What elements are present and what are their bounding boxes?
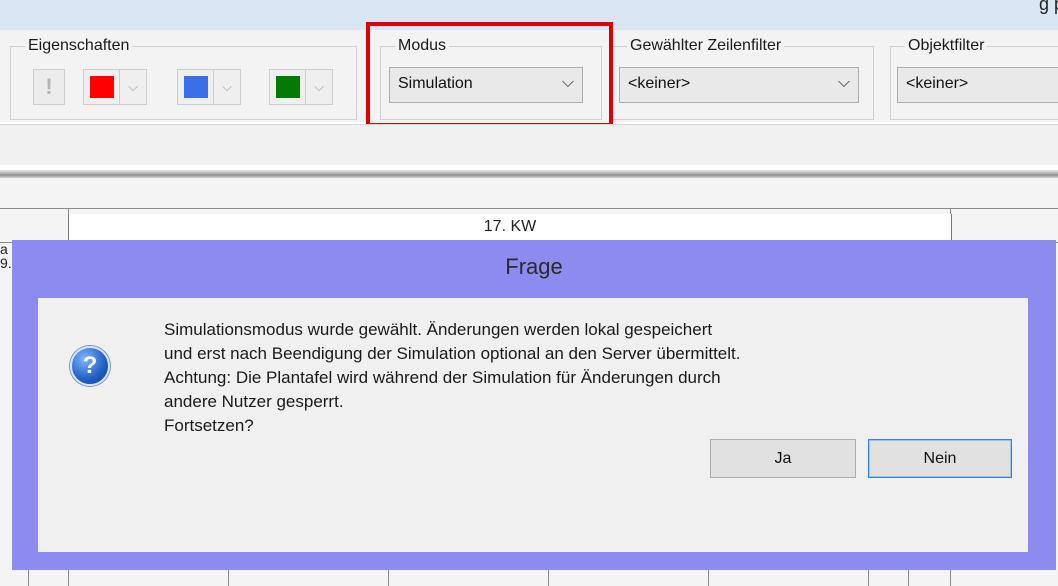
chevron-down-icon[interactable]: ⌵ <box>213 70 240 104</box>
grid-line <box>0 208 1058 209</box>
row-filter-group-label: Gewählter Zeilenfilter <box>627 37 785 55</box>
dialog-message: Simulationsmodus wurde gewählt. Änderung… <box>164 318 740 438</box>
object-filter-group: Objektfilter <keiner> <box>890 37 1058 120</box>
edge-text-line: 9. <box>0 255 12 271</box>
exclamation-button[interactable]: ! <box>33 69 65 105</box>
week-header-cell: 17. KW <box>68 214 952 242</box>
properties-group: Eigenschaften ! ⌵ ⌵ ⌵ <box>10 37 357 120</box>
message-line: andere Nutzer gesperrt. <box>164 392 344 411</box>
yes-button[interactable]: Ja <box>710 439 856 478</box>
row-filter-select[interactable]: <keiner> ⌵ <box>619 67 859 103</box>
edge-text-line: a <box>0 241 8 257</box>
green-swatch <box>276 76 300 98</box>
object-filter-value: <keiner> <box>906 75 969 92</box>
chevron-down-icon[interactable]: ⌵ <box>305 70 332 104</box>
row-filter-value: <keiner> <box>628 75 691 92</box>
corner-text: g p <box>1038 0 1058 14</box>
object-filter-group-label: Objektfilter <box>905 37 988 55</box>
green-color-button[interactable]: ⌵ <box>269 69 333 105</box>
object-filter-select[interactable]: <keiner> <box>897 67 1058 103</box>
question-icon: ? <box>70 346 110 386</box>
message-line: Fortsetzen? <box>164 416 254 435</box>
properties-group-label: Eigenschaften <box>25 37 133 55</box>
mode-highlight-frame <box>366 22 613 127</box>
blue-swatch <box>184 76 208 98</box>
message-line: Simulationsmodus wurde gewählt. Änderung… <box>164 320 713 339</box>
week-label: 17. KW <box>483 218 537 235</box>
blue-color-button[interactable]: ⌵ <box>177 69 241 105</box>
row-filter-group: Gewählter Zeilenfilter <keiner> ⌵ <box>612 37 874 120</box>
dialog-body: ? Simulationsmodus wurde gewählt. Änderu… <box>38 298 1028 552</box>
edge-text: a 9. <box>0 242 12 270</box>
red-swatch <box>90 76 114 98</box>
red-color-button[interactable]: ⌵ <box>83 69 147 105</box>
chevron-down-icon[interactable]: ⌵ <box>119 70 146 104</box>
message-line: und erst nach Beendigung der Simulation … <box>164 344 741 363</box>
dialog-title: Frage <box>505 254 563 279</box>
chevron-down-icon[interactable]: ⌵ <box>838 74 850 92</box>
splitter[interactable] <box>0 170 1058 178</box>
question-dialog: Frage ? Simulationsmodus wurde gewählt. … <box>12 240 1056 570</box>
message-line: Achtung: Die Plantafel wird während der … <box>164 368 721 387</box>
no-button[interactable]: Nein <box>868 439 1012 478</box>
secondary-toolbar <box>0 124 1058 165</box>
